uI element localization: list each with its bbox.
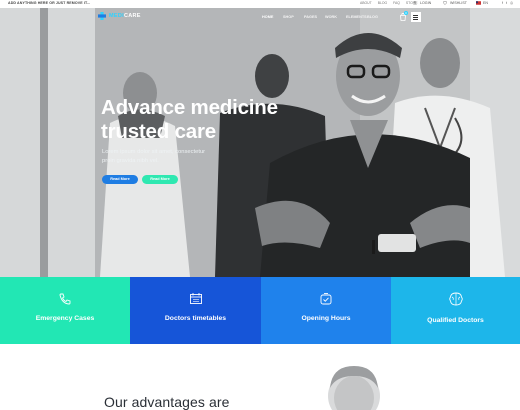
hero-subtitle: Lorem ipsum dolor sit amet, consectetur … bbox=[102, 149, 206, 164]
hero-title-line-1: Advance medicine bbox=[101, 96, 278, 119]
hero-section: MEDICARE HOME SHOP PAGES WORK ELEMENTS B… bbox=[0, 8, 520, 277]
twitter-icon[interactable]: t bbox=[506, 1, 507, 5]
hamburger-line bbox=[413, 17, 418, 18]
feature-tiles: Emergency Cases Doctors timetables Openi… bbox=[0, 277, 520, 344]
clock-icon bbox=[320, 293, 332, 305]
hamburger-menu-button[interactable] bbox=[411, 12, 421, 22]
nav-item-shop[interactable]: SHOP bbox=[283, 15, 304, 19]
heart-icon bbox=[443, 1, 447, 5]
topbar-link-about[interactable]: ABOUT bbox=[360, 1, 372, 5]
site-logo[interactable]: MEDICARE bbox=[98, 12, 141, 20]
social-links: f t ◎ bbox=[502, 1, 513, 5]
nav-item-blog[interactable]: BLOG bbox=[367, 15, 388, 19]
logo-cross-icon bbox=[98, 12, 106, 20]
instagram-icon[interactable]: ◎ bbox=[510, 1, 513, 5]
hero-read-more-button[interactable]: Read More bbox=[102, 175, 138, 184]
user-icon bbox=[413, 1, 417, 5]
advantages-doctor-photo bbox=[328, 366, 380, 410]
feature-tile-timetables[interactable]: Doctors timetables bbox=[130, 277, 261, 344]
main-navigation: MEDICARE HOME SHOP PAGES WORK ELEMENTS B… bbox=[0, 8, 520, 26]
nav-item-pages[interactable]: PAGES bbox=[304, 15, 325, 19]
language-label: EN bbox=[483, 1, 488, 5]
nav-menu: HOME SHOP PAGES WORK ELEMENTS BLOG bbox=[262, 15, 388, 19]
feature-label: Emergency Cases bbox=[35, 315, 95, 322]
language-switcher[interactable]: EN bbox=[476, 1, 488, 5]
feature-tile-opening-hours[interactable]: Opening Hours bbox=[261, 277, 391, 344]
topbar-links: ABOUT BLOG FAQ STORE bbox=[360, 1, 418, 5]
calendar-icon bbox=[189, 293, 202, 304]
topbar-link-blog[interactable]: BLOG bbox=[378, 1, 387, 5]
facebook-icon[interactable]: f bbox=[502, 1, 503, 5]
phone-icon bbox=[59, 293, 71, 305]
feature-tile-qualified-doctors[interactable]: Qualified Doctors bbox=[391, 277, 520, 344]
wishlist-label: WISHLIST bbox=[450, 1, 467, 5]
hamburger-line bbox=[413, 15, 418, 16]
nav-item-elements[interactable]: ELEMENTS bbox=[346, 15, 367, 19]
flag-icon bbox=[476, 1, 481, 5]
nav-item-home[interactable]: HOME bbox=[262, 15, 283, 19]
feature-label: Opening Hours bbox=[301, 315, 351, 322]
feature-label: Qualified Doctors bbox=[427, 317, 484, 324]
hero-secondary-button[interactable]: Read More bbox=[142, 175, 178, 184]
feature-tile-emergency[interactable]: Emergency Cases bbox=[0, 277, 130, 344]
feature-label: Doctors timetables bbox=[164, 315, 227, 322]
login-link[interactable]: LOGIN bbox=[413, 1, 431, 5]
wishlist-link[interactable]: WISHLIST bbox=[443, 1, 467, 5]
logo-text: MEDICARE bbox=[109, 13, 141, 19]
top-utility-bar: ADD ANYTHING HERE OR JUST REMOVE IT... A… bbox=[0, 0, 520, 8]
topbar-link-faq[interactable]: FAQ bbox=[393, 1, 400, 5]
advantages-heading: Our advantages are bbox=[104, 394, 230, 410]
nav-item-work[interactable]: WORK bbox=[325, 15, 346, 19]
cart-count-badge: 0 bbox=[404, 11, 408, 15]
hamburger-line bbox=[413, 19, 418, 20]
topbar-tagline: ADD ANYTHING HERE OR JUST REMOVE IT... bbox=[8, 1, 91, 5]
hero-title-line-2: trusted care bbox=[101, 120, 216, 143]
hero-title: Advance medicine trusted care bbox=[101, 96, 321, 144]
brain-icon bbox=[448, 292, 463, 306]
login-label: LOGIN bbox=[420, 1, 432, 5]
